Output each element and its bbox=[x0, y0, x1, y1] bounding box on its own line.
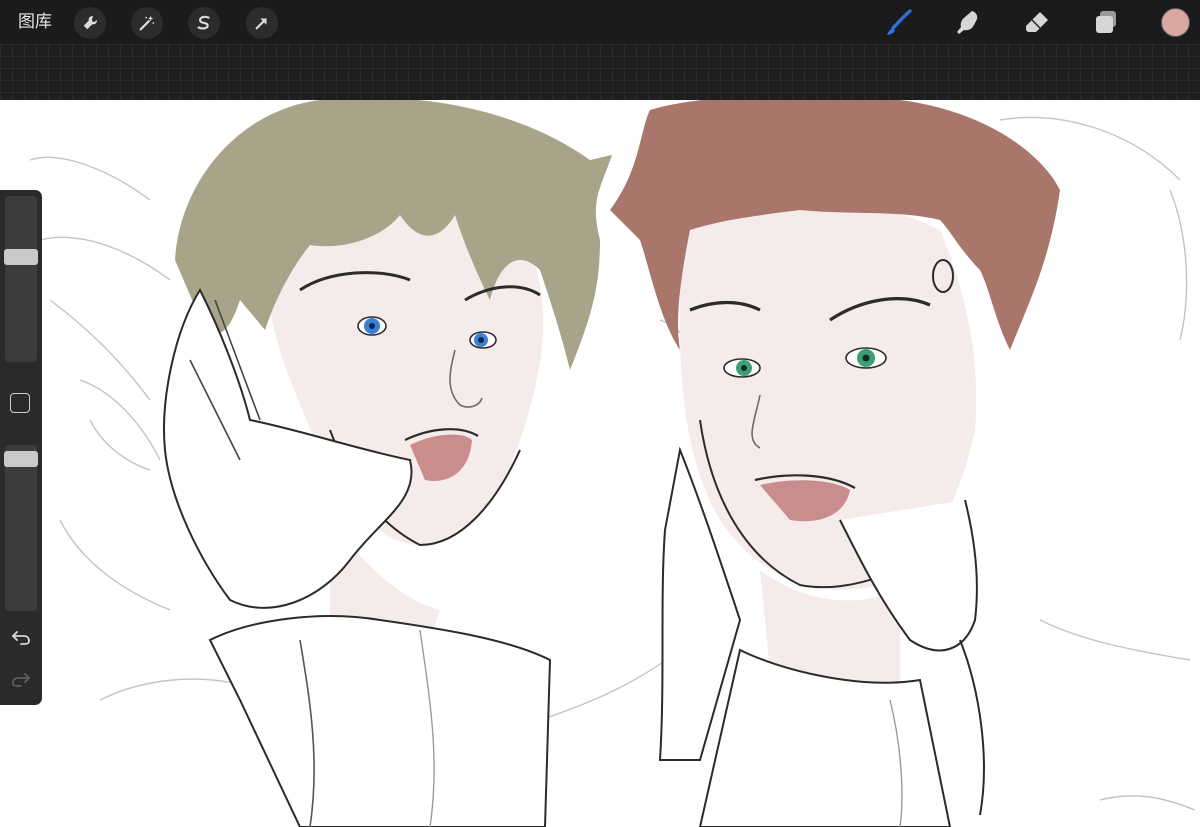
canvas-outer-area bbox=[0, 44, 1200, 100]
selection-s-icon bbox=[197, 15, 210, 30]
smudge-finger-icon bbox=[957, 11, 978, 34]
opacity-slider[interactable] bbox=[5, 445, 37, 611]
modify-button[interactable] bbox=[10, 393, 30, 413]
opacity-slider-thumb[interactable] bbox=[4, 451, 38, 467]
sketch-artwork bbox=[29, 100, 1196, 827]
magic-wand-icon bbox=[139, 15, 155, 31]
procreate-app: 图库 bbox=[0, 0, 1200, 827]
undo-icon bbox=[12, 631, 30, 645]
left-sidebar bbox=[0, 190, 42, 705]
actions-button[interactable] bbox=[74, 7, 106, 39]
eraser-button[interactable] bbox=[1020, 6, 1054, 40]
brush-size-slider-thumb[interactable] bbox=[4, 248, 38, 265]
right-figure bbox=[610, 100, 1060, 827]
brush-icon bbox=[887, 9, 912, 35]
redo-icon bbox=[12, 673, 30, 687]
brush-size-slider[interactable] bbox=[5, 196, 37, 362]
smudge-button[interactable] bbox=[950, 6, 984, 40]
top-toolbar: 图库 bbox=[0, 0, 1200, 44]
gallery-button[interactable]: 图库 bbox=[18, 10, 52, 34]
selection-button[interactable] bbox=[188, 7, 220, 39]
wrench-icon bbox=[83, 16, 97, 30]
adjustments-button[interactable] bbox=[131, 7, 163, 39]
color-picker-button[interactable] bbox=[1161, 8, 1190, 37]
arrow-cursor-icon bbox=[255, 18, 267, 30]
undo-button[interactable] bbox=[8, 627, 34, 649]
eraser-icon bbox=[1026, 12, 1048, 32]
drawing-canvas[interactable] bbox=[0, 100, 1200, 827]
layers-button[interactable] bbox=[1089, 6, 1123, 40]
transform-button[interactable] bbox=[246, 7, 278, 39]
redo-button[interactable] bbox=[8, 669, 34, 691]
layers-icon bbox=[1096, 11, 1116, 33]
left-figure bbox=[163, 100, 612, 827]
paint-brush-button[interactable] bbox=[882, 6, 916, 40]
